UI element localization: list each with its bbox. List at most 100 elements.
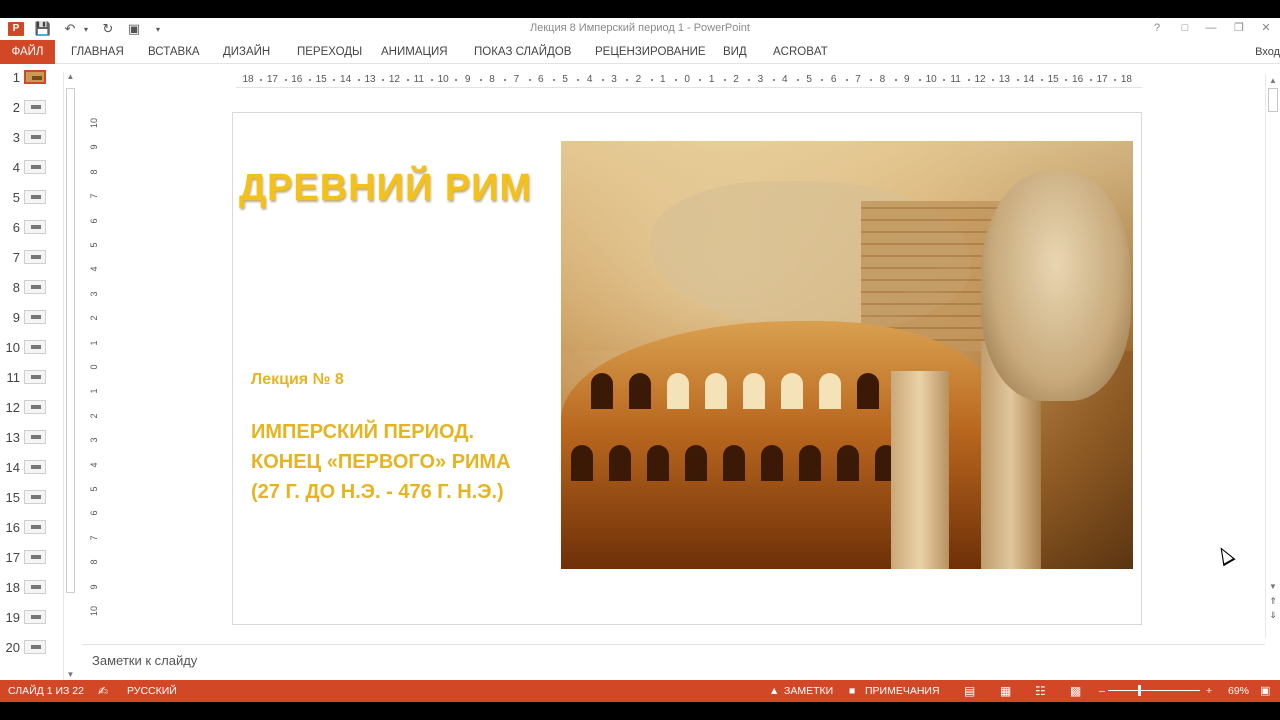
slide-thumbnail[interactable]: 20 — [0, 636, 62, 666]
slide-thumbnail-preview[interactable] — [24, 520, 46, 534]
scroll-up-icon[interactable]: ▲ — [65, 72, 76, 82]
slide-thumbnail-preview[interactable] — [24, 400, 46, 414]
scrollbar-thumb[interactable] — [66, 88, 75, 593]
slide-thumbnail-preview[interactable] — [24, 550, 46, 564]
slide-thumbnail-preview[interactable] — [24, 250, 46, 264]
zoom-slider[interactable] — [1108, 690, 1200, 691]
slide-thumbnail-preview[interactable] — [24, 100, 46, 114]
slide-thumbnail[interactable]: 16 — [0, 516, 62, 546]
slide-scrollbar[interactable]: ▲ ▼ ⇑ ⇓ — [1265, 74, 1279, 638]
tab-insert[interactable]: ВСТАВКА — [148, 40, 200, 64]
slide-thumbnail-preview[interactable] — [24, 340, 46, 354]
reading-view-icon[interactable]: ☷ — [1035, 680, 1046, 702]
slide-thumbnail-preview[interactable] — [24, 430, 46, 444]
slide-thumbnail-preview[interactable] — [24, 160, 46, 174]
slide-thumbnail[interactable]: 2 — [0, 96, 62, 126]
slide-thumbnail[interactable]: 9 — [0, 306, 62, 336]
slide-counter[interactable]: СЛАЙД 1 ИЗ 22 — [8, 680, 84, 702]
zoom-in-icon[interactable]: + — [1206, 680, 1212, 702]
close-icon[interactable]: ✕ — [1257, 20, 1275, 36]
normal-view-icon[interactable]: ▤ — [964, 680, 975, 702]
slide-thumbnail-preview[interactable] — [24, 610, 46, 624]
notes-pane[interactable]: Заметки к слайду — [82, 644, 1265, 676]
slide-thumbnail[interactable]: 6 — [0, 216, 62, 246]
tab-animations[interactable]: АНИМАЦИЯ — [381, 40, 448, 64]
comments-icon[interactable]: ■ — [849, 680, 855, 702]
slide-thumbnail-preview[interactable] — [24, 130, 46, 144]
scroll-down-icon[interactable]: ▼ — [65, 670, 76, 680]
slide-title[interactable]: ДРЕВНИЙ РИМ — [239, 167, 532, 210]
slide-thumbnail[interactable]: 5 — [0, 186, 62, 216]
next-slide-icon[interactable]: ⇓ — [1268, 610, 1278, 621]
slideshow-icon[interactable]: ▩ — [1070, 680, 1081, 702]
ruler-dot — [455, 79, 458, 81]
zoom-level[interactable]: 69% — [1228, 680, 1249, 702]
tab-acrobat[interactable]: ACROBAT — [773, 40, 828, 64]
slide-thumbnail[interactable]: 17 — [0, 546, 62, 576]
slide-thumbnail-preview[interactable] — [24, 190, 46, 204]
ruler-dot — [333, 79, 336, 81]
thumbnails-scrollbar[interactable]: ▲ ▼ — [63, 72, 76, 680]
slide-thumbnail-preview[interactable] — [24, 70, 46, 84]
slide-thumbnail[interactable]: 19 — [0, 606, 62, 636]
ribbon-display-icon[interactable]: □ — [1176, 20, 1194, 36]
slide-thumbnail[interactable]: 18 — [0, 576, 62, 606]
spellcheck-icon[interactable]: ✍ — [98, 680, 108, 702]
tab-review[interactable]: РЕЦЕНЗИРОВАНИЕ — [595, 40, 706, 64]
slide-canvas[interactable]: ДРЕВНИЙ РИМ Лекция № 8 ИМПЕРСКИЙ ПЕРИОД.… — [232, 112, 1142, 625]
slide-sorter-icon[interactable]: ▦ — [1000, 680, 1011, 702]
zoom-slider-handle[interactable] — [1138, 685, 1141, 696]
slide-thumbnail-preview[interactable] — [24, 490, 46, 504]
notes-button[interactable]: ЗАМЕТКИ — [784, 680, 833, 702]
scroll-down-icon[interactable]: ▼ — [1268, 582, 1278, 591]
notes-placeholder[interactable]: Заметки к слайду — [92, 653, 197, 668]
slide-thumbnail[interactable]: 4 — [0, 156, 62, 186]
slide-thumbnail-number: 20 — [5, 640, 20, 655]
scroll-up-icon[interactable]: ▲ — [1268, 76, 1278, 85]
slide-thumbnail[interactable]: 14 — [0, 456, 62, 486]
slide-thumbnail[interactable]: 7 — [0, 246, 62, 276]
slide-thumbnail[interactable]: 10 — [0, 336, 62, 366]
tab-design[interactable]: ДИЗАЙН — [223, 40, 270, 64]
sign-in-link[interactable]: Вход — [1255, 40, 1280, 64]
ancient-rome-collage-image[interactable] — [561, 141, 1133, 569]
subtitle-line[interactable]: КОНЕЦ «ПЕРВОГО» РИМА — [251, 451, 511, 474]
scrollbar-thumb[interactable] — [1268, 88, 1278, 112]
ruler-dot — [723, 79, 726, 81]
subtitle-line[interactable]: (27 Г. ДО Н.Э. - 476 Г. Н.Э.) — [251, 481, 504, 504]
tab-view[interactable]: ВИД — [723, 40, 747, 64]
tab-slideshow[interactable]: ПОКАЗ СЛАЙДОВ — [474, 40, 571, 64]
ruler-dot — [748, 79, 751, 81]
tab-file[interactable]: ФАЙЛ — [0, 40, 55, 64]
zoom-out-icon[interactable]: – — [1099, 680, 1105, 702]
previous-slide-icon[interactable]: ⇑ — [1268, 596, 1278, 607]
notes-icon[interactable]: ▲ — [769, 680, 779, 702]
slide-thumbnail-preview[interactable] — [24, 460, 46, 474]
slide-thumbnail-number: 1 — [12, 70, 20, 85]
slide-thumbnail[interactable]: 15 — [0, 486, 62, 516]
slide-thumbnail[interactable]: 13 — [0, 426, 62, 456]
slide-thumbnail-preview[interactable] — [24, 220, 46, 234]
subtitle-line[interactable]: ИМПЕРСКИЙ ПЕРИОД. — [251, 421, 474, 444]
tab-transitions[interactable]: ПЕРЕХОДЫ — [297, 40, 362, 64]
slide-thumbnail[interactable]: 1 — [0, 66, 62, 96]
help-icon[interactable]: ? — [1148, 20, 1166, 36]
lecture-number[interactable]: Лекция № 8 — [251, 371, 344, 389]
restore-icon[interactable]: ❐ — [1230, 20, 1248, 36]
slide-thumbnail-preview[interactable] — [24, 280, 46, 294]
tab-home[interactable]: ГЛАВНАЯ — [71, 40, 124, 64]
slide-thumbnail-preview[interactable] — [24, 370, 46, 384]
fit-to-window-icon[interactable]: ▣ — [1260, 680, 1270, 702]
slide-thumbnail[interactable]: 3 — [0, 126, 62, 156]
comments-button[interactable]: ПРИМЕЧАНИЯ — [865, 680, 940, 702]
slide-thumbnail[interactable]: 11 — [0, 366, 62, 396]
minimize-icon[interactable]: — — [1202, 20, 1220, 36]
slide-thumbnail-preview[interactable] — [24, 580, 46, 594]
ruler-tick-label: 16 — [1072, 74, 1084, 85]
slide-thumbnail-preview[interactable] — [24, 640, 46, 654]
language-indicator[interactable]: РУССКИЙ — [127, 680, 177, 702]
slide-thumbnail-preview[interactable] — [24, 310, 46, 324]
ruler-tick-label: 0 — [89, 364, 99, 370]
slide-thumbnail[interactable]: 8 — [0, 276, 62, 306]
slide-thumbnail[interactable]: 12 — [0, 396, 62, 426]
